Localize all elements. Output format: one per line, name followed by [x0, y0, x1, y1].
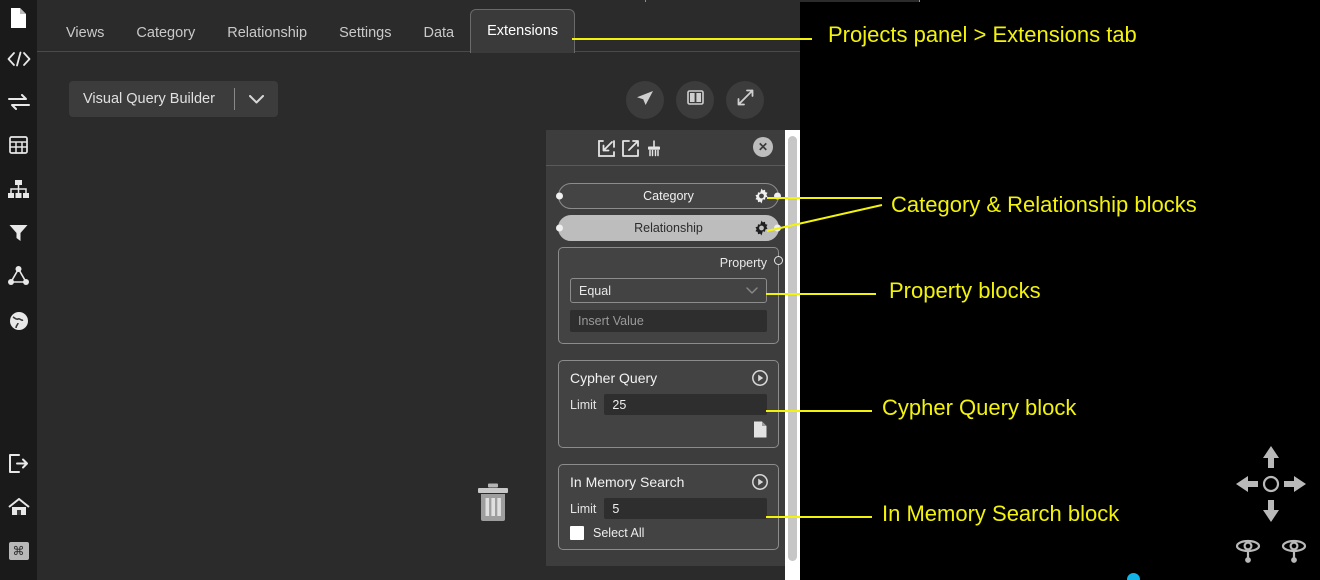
run-icon[interactable]	[752, 370, 768, 386]
rotate-left-icon	[1237, 541, 1259, 562]
query-canvas[interactable]: ✕ Category Relationship	[37, 130, 800, 580]
graph-icon[interactable]	[0, 261, 37, 289]
globe-icon[interactable]	[0, 307, 37, 335]
chevron-down-icon	[746, 287, 758, 294]
screenshot-root: ⌘ Views Category Relationship Settings D…	[0, 0, 1320, 580]
extension-toolbar: Visual Query Builder	[37, 52, 800, 130]
expand-icon	[737, 89, 754, 111]
relationship-block-label: Relationship	[634, 221, 703, 235]
scrollbar-thumb[interactable]	[788, 136, 797, 561]
run-icon[interactable]	[752, 474, 768, 490]
select-all-label: Select All	[593, 526, 644, 540]
document-icon[interactable]	[570, 421, 767, 438]
navigation-pad	[1230, 440, 1312, 570]
command-glyph: ⌘	[9, 542, 29, 560]
property-operator-value: Equal	[579, 284, 746, 298]
annotation-projects-panel: Projects panel > Extensions tab	[828, 22, 1137, 48]
memory-limit-input[interactable]: 5	[604, 498, 767, 519]
memory-limit-label: Limit	[570, 502, 596, 516]
memory-limit-row: Limit 5	[570, 498, 767, 519]
document-icon[interactable]	[0, 4, 37, 32]
gear-icon[interactable]	[754, 189, 769, 204]
connector-dot-left[interactable]	[556, 193, 563, 200]
cypher-limit-input[interactable]: 25	[604, 394, 767, 415]
app-surface: Views Category Relationship Settings Dat…	[37, 0, 800, 580]
arrow-down-icon	[1263, 500, 1279, 522]
expand-button[interactable]	[726, 81, 764, 119]
tab-views[interactable]: Views	[50, 14, 120, 52]
property-block-title: Property	[570, 256, 767, 270]
tab-settings[interactable]: Settings	[323, 14, 407, 52]
cypher-query-title: Cypher Query	[570, 370, 767, 386]
trash-icon[interactable]	[476, 483, 510, 521]
tab-extensions[interactable]: Extensions	[470, 9, 575, 53]
annotation-in-memory-search: In Memory Search block	[882, 501, 1119, 527]
split-view-button[interactable]	[676, 81, 714, 119]
annotation-property-blocks: Property blocks	[889, 278, 1041, 304]
left-icon-rail: ⌘	[0, 0, 37, 580]
select-all-checkbox[interactable]	[570, 526, 584, 540]
chevron-down-icon	[235, 95, 278, 104]
annotation-cypher-query: Cypher Query block	[882, 395, 1076, 421]
property-block[interactable]: Property Equal Insert Value	[558, 247, 779, 344]
in-memory-search-block[interactable]: In Memory Search Limit 5 Select All	[558, 464, 779, 550]
brush-icon[interactable]	[644, 138, 664, 158]
send-button[interactable]	[626, 81, 664, 119]
cypher-query-block[interactable]: Cypher Query Limit 25	[558, 360, 779, 448]
split-view-icon	[687, 90, 704, 110]
tab-data[interactable]: Data	[407, 14, 470, 52]
property-operator-select[interactable]: Equal	[570, 278, 767, 303]
category-block[interactable]: Category	[558, 183, 779, 209]
tab-relationship[interactable]: Relationship	[211, 14, 323, 52]
connector-dot-right[interactable]	[774, 225, 781, 232]
filter-icon[interactable]	[0, 219, 37, 247]
transfer-icon[interactable]	[0, 88, 37, 116]
relationship-block[interactable]: Relationship	[558, 215, 779, 241]
export-icon[interactable]	[620, 138, 640, 158]
center-dot-icon	[1264, 477, 1278, 491]
query-panel-body: Category Relationship	[546, 166, 791, 550]
send-icon	[636, 90, 654, 111]
connector-ring[interactable]	[774, 256, 783, 265]
home-icon[interactable]	[0, 493, 37, 521]
query-panel-header: ✕	[546, 130, 791, 166]
annotation-category-relationship: Category & Relationship blocks	[891, 192, 1197, 218]
command-icon[interactable]: ⌘	[0, 537, 37, 565]
import-icon[interactable]	[596, 138, 616, 158]
cypher-limit-label: Limit	[570, 398, 596, 412]
status-indicator-dot	[1127, 573, 1140, 580]
hierarchy-icon[interactable]	[0, 175, 37, 203]
arrow-left-icon	[1236, 476, 1258, 492]
tab-category[interactable]: Category	[120, 14, 211, 52]
close-icon[interactable]: ✕	[753, 137, 773, 157]
property-value-input[interactable]: Insert Value	[570, 310, 767, 332]
cypher-limit-row: Limit 25	[570, 394, 767, 415]
in-memory-search-title: In Memory Search	[570, 474, 767, 490]
logout-icon[interactable]	[0, 449, 37, 477]
rotate-right-icon	[1283, 541, 1305, 562]
query-panel-scrollbar[interactable]	[785, 130, 800, 580]
arrow-right-icon	[1284, 476, 1306, 492]
code-icon[interactable]	[0, 45, 37, 73]
visual-query-builder-panel: ✕ Category Relationship	[546, 130, 791, 566]
connector-dot-left[interactable]	[556, 225, 563, 232]
connector-dot-right[interactable]	[774, 193, 781, 200]
arrow-up-icon	[1263, 446, 1279, 468]
table-icon[interactable]	[0, 131, 37, 159]
select-all-row: Select All	[570, 526, 767, 540]
extension-select[interactable]: Visual Query Builder	[69, 81, 278, 117]
gear-icon[interactable]	[754, 221, 769, 236]
category-block-label: Category	[643, 189, 694, 203]
extension-select-value: Visual Query Builder	[69, 91, 234, 107]
projects-panel-tabbar: Views Category Relationship Settings Dat…	[37, 0, 800, 52]
